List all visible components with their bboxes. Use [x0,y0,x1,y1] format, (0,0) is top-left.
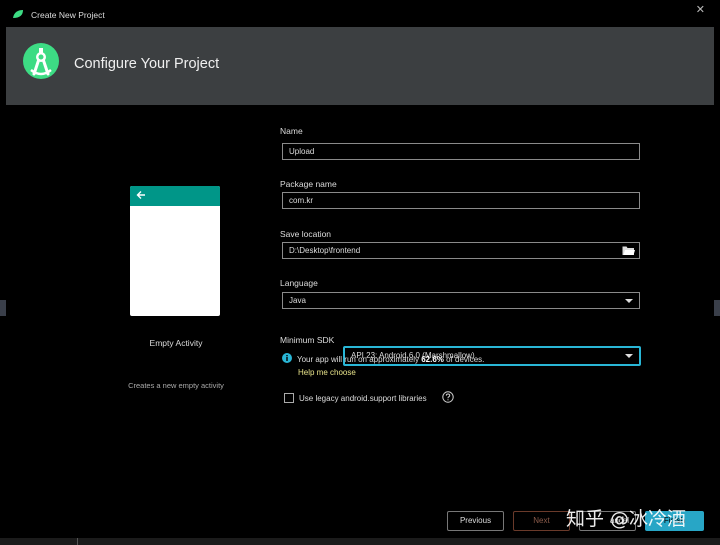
sdk-coverage-percent: 62.6% [421,355,444,364]
name-label: Name [280,126,303,136]
page-title: Configure Your Project [74,56,220,72]
window-title: Create New Project [31,10,105,20]
question-icon[interactable] [442,391,454,403]
help-me-choose-link[interactable]: Help me choose [298,368,356,377]
language-dropdown[interactable]: Java [282,292,640,309]
legacy-support-checkbox[interactable] [284,393,294,403]
wizard-header: Configure Your Project [6,27,714,105]
legacy-support-label[interactable]: Use legacy android.support libraries [299,394,427,403]
package-name-label: Package name [280,179,337,189]
android-studio-icon [23,43,59,79]
activity-preview [130,186,220,316]
android-studio-small-icon [13,10,23,18]
arrow-left-icon [136,191,145,199]
next-button[interactable]: Next [513,511,570,531]
close-button[interactable]: ✕ [696,3,705,16]
info-icon [282,353,292,363]
save-location-value: D:\Desktop\frontend [289,246,361,255]
folder-icon[interactable] [622,245,635,256]
background-divider [77,538,78,545]
window-titlebar: Create New Project ✕ [0,0,720,27]
background-taskbar [0,538,720,545]
preview-toolbar [130,186,220,206]
activity-name: Empty Activity [149,338,203,348]
activity-description: Creates a new empty activity [128,381,224,390]
sdk-coverage-text: Your app will run on approximately 62.6%… [297,355,484,364]
minimum-sdk-label: Minimum SDK [280,335,335,345]
chevron-down-icon [625,299,633,303]
sdk-coverage-suffix: of devices. [443,355,485,364]
background-window-edge [714,300,720,316]
language-label: Language [280,278,318,288]
background-window-edge [0,300,6,316]
package-name-input[interactable] [282,192,640,209]
watermark: 知乎 @冰冷酒 [566,508,687,530]
sdk-coverage-prefix: Your app will run on approximately [297,355,422,364]
save-location-field[interactable]: D:\Desktop\frontend [282,242,640,259]
language-value: Java [289,296,306,305]
name-input[interactable] [282,143,640,160]
previous-button[interactable]: Previous [447,511,504,531]
chevron-down-icon [625,354,633,358]
save-location-label: Save location [280,229,332,239]
